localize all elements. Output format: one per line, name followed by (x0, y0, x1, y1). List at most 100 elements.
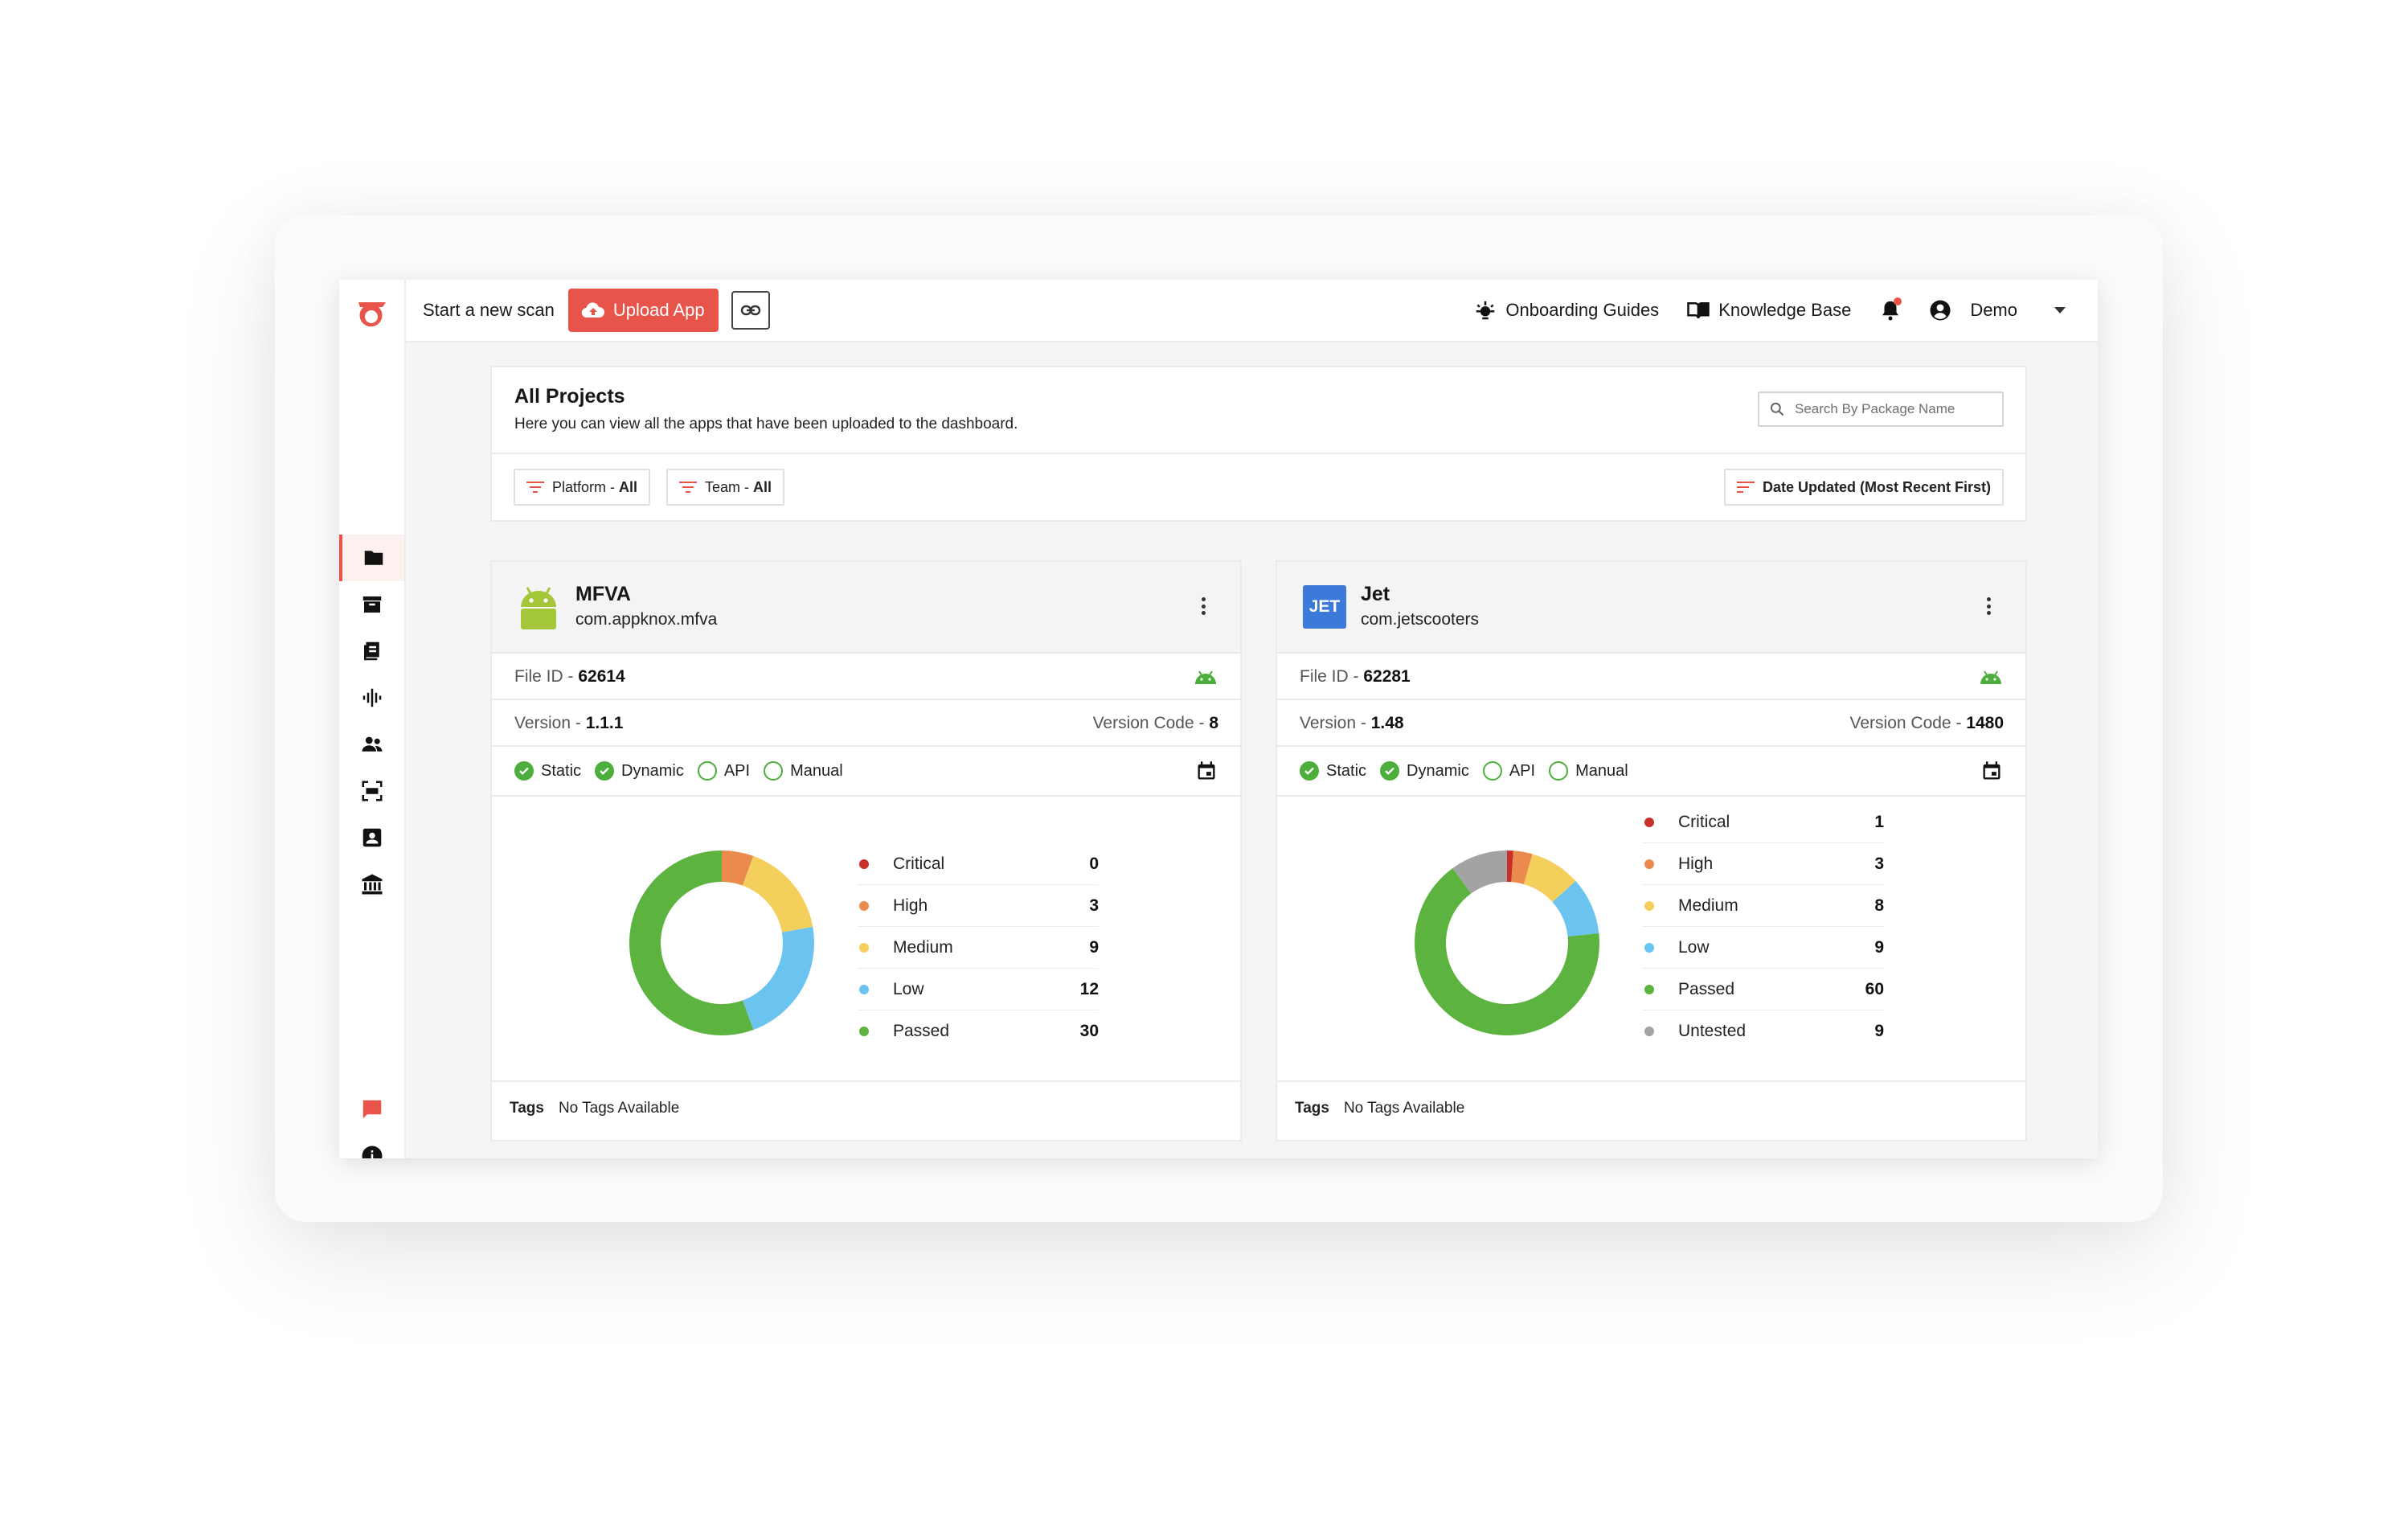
version-row: Version - 1.48 Version Code - 1480 (1277, 700, 2025, 747)
legend-label: Passed (1678, 979, 1735, 998)
user-menu[interactable]: Demo (1928, 298, 2066, 322)
legend-dot (1644, 984, 1654, 994)
legend-dot (1644, 900, 1654, 911)
empty-circle-icon (764, 761, 784, 781)
file-id-label: File ID - (514, 667, 579, 686)
scan-status-label: API (723, 761, 751, 780)
version-code-label: Version Code - (1092, 714, 1210, 732)
file-id-label: File ID - (1300, 667, 1364, 686)
legend-label: Medium (893, 937, 953, 957)
reports-icon (363, 641, 379, 661)
chat-icon (362, 1100, 381, 1119)
platform-filter-label: Platform - All (552, 478, 638, 495)
empty-circle-icon (1549, 761, 1569, 781)
check-circle-icon (1380, 761, 1400, 781)
legend-count: 9 (1874, 937, 1884, 957)
more-options-icon[interactable] (1987, 597, 1992, 615)
check-circle-icon (514, 761, 534, 781)
onboarding-guides-link[interactable]: Onboarding Guides (1473, 298, 1659, 322)
legend-dot (859, 984, 869, 994)
sidebar-item-analytics[interactable] (339, 674, 404, 721)
calendar-icon[interactable] (1980, 760, 2003, 782)
legend-label: High (1678, 854, 1714, 873)
legend-label: Medium (1678, 896, 1738, 915)
scan-status-label: Dynamic (621, 761, 684, 780)
sidebar-item-chat[interactable] (339, 1086, 404, 1133)
user-avatar-icon (1930, 300, 1951, 321)
version-row: Version - 1.1.1 Version Code - 8 (492, 700, 1240, 747)
scan-status-dynamic: Dynamic (1380, 761, 1469, 781)
sidebar-item-users[interactable] (339, 721, 404, 768)
page-title: All Projects (514, 385, 625, 408)
scan-status-api: API (697, 761, 751, 781)
cloud-upload-icon (581, 302, 604, 318)
notifications-button[interactable] (1878, 297, 1902, 322)
knowledge-base-link[interactable]: Knowledge Base (1686, 298, 1851, 322)
legend-count: 3 (1089, 896, 1099, 915)
upload-app-button[interactable]: Upload App (567, 289, 719, 332)
sort-dropdown[interactable]: Date Updated (Most Recent First) (1723, 469, 2004, 506)
archive-icon (362, 596, 381, 613)
legend-label: Untested (1678, 1022, 1747, 1040)
search-input[interactable]: Search By Package Name (1758, 391, 2004, 427)
knowledge-base-label: Knowledge Base (1718, 300, 1852, 320)
project-card[interactable]: MFVA com.appknox.mfva File ID - 62614 Ve… (490, 560, 1242, 1141)
check-circle-icon (595, 761, 615, 781)
project-card[interactable]: JET Jet com.jetscooters File ID - 62281 … (1276, 560, 2027, 1141)
legend-label: High (893, 896, 928, 915)
legend-count: 9 (1874, 1022, 1884, 1040)
top-right-actions: Onboarding Guides Knowledge Base Demo (1446, 297, 2066, 322)
onboarding-guide-icon (1476, 301, 1495, 320)
file-id-row: File ID - 62281 (1277, 654, 2025, 700)
calendar-icon[interactable] (1195, 760, 1218, 782)
appknox-logo-icon[interactable] (352, 293, 392, 333)
version-code-value: 8 (1209, 714, 1218, 732)
app-name: Jet (1361, 583, 1390, 605)
platform-filter[interactable]: Platform - All (514, 469, 651, 506)
user-name: Demo (1970, 300, 2017, 320)
check-circle-icon (1300, 761, 1319, 781)
upload-app-label: Upload App (612, 300, 705, 320)
legend-label: Critical (893, 854, 945, 873)
tags-value: No Tags Available (1343, 1100, 1465, 1117)
chevron-down-icon (2054, 307, 2066, 314)
sidebar-item-archive[interactable] (339, 581, 404, 628)
tags-row: Tags No Tags Available (510, 1100, 679, 1117)
sidebar-item-reports[interactable] (339, 628, 404, 674)
legend-label: Critical (1678, 812, 1730, 831)
api-scan-icon (362, 781, 382, 801)
card-header: MFVA com.appknox.mfva (492, 562, 1240, 654)
legend-dot (1644, 1027, 1654, 1036)
android-platform-icon (1980, 670, 2001, 684)
sidebar-item-organization[interactable] (339, 861, 404, 908)
scan-status-static: Static (514, 761, 581, 781)
more-options-icon[interactable] (1202, 597, 1206, 615)
legend-row-low: Low 12 (858, 969, 1099, 1010)
version-value: 1.48 (1370, 714, 1404, 732)
audio-wave-icon (362, 688, 381, 707)
legend-row-untested: Untested 9 (1643, 1010, 1884, 1052)
filter-icon (526, 482, 544, 493)
scan-status-manual: Manual (764, 761, 843, 781)
top-bar: Start a new scan Upload App Onboarding G… (406, 280, 2098, 342)
team-filter[interactable]: Team - All (666, 469, 785, 506)
sidebar-item-api-scan[interactable] (339, 768, 404, 814)
android-platform-icon (1195, 670, 1216, 684)
sidebar-item-projects[interactable] (339, 535, 404, 581)
sidebar-item-info[interactable] (339, 1133, 404, 1158)
info-icon (362, 1146, 382, 1158)
scan-status-row: Static Dynamic API Manual (1277, 747, 2025, 797)
tags-value: No Tags Available (558, 1100, 680, 1117)
scan-status-row: Static Dynamic API Manual (492, 747, 1240, 797)
version-value: 1.1.1 (585, 714, 624, 732)
donut-slice-low[interactable] (742, 927, 814, 1031)
app-window: Start a new scan Upload App Onboarding G… (339, 280, 2098, 1158)
link-icon (740, 305, 760, 316)
scan-status-dynamic: Dynamic (595, 761, 684, 781)
donut-slice-medium[interactable] (742, 855, 813, 932)
card-header: JET Jet com.jetscooters (1277, 562, 2025, 654)
upload-via-link-button[interactable] (731, 291, 770, 330)
version-code-label: Version Code - (1849, 714, 1967, 732)
sidebar-item-contacts[interactable] (339, 814, 404, 861)
legend-count: 0 (1089, 854, 1099, 873)
